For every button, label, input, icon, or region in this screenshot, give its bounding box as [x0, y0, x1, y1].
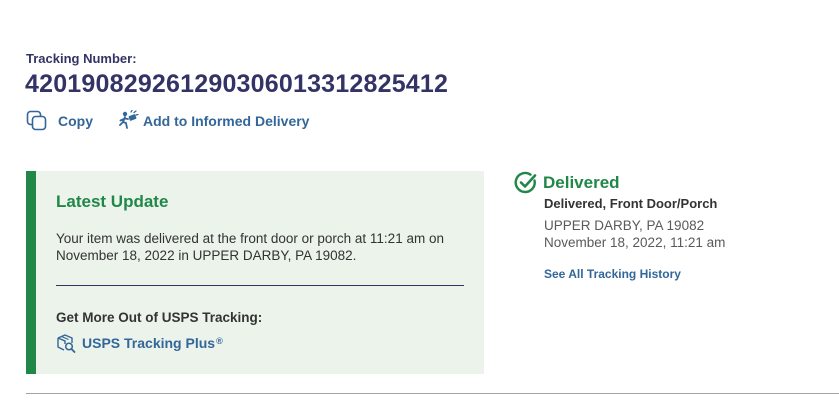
registered-mark: ®	[216, 336, 223, 346]
delivery-status: Delivered Delivered, Front Door/Porch UP…	[514, 171, 834, 283]
tracking-page: Tracking Number: 42019082926129030601331…	[0, 0, 839, 413]
get-more-title: Get More Out of USPS Tracking:	[56, 310, 263, 325]
status-title: Delivered	[543, 173, 620, 192]
mail-carrier-icon	[117, 110, 139, 132]
copy-button[interactable]: Copy	[26, 110, 93, 132]
see-all-tracking-history-link[interactable]: See All Tracking History	[544, 267, 681, 281]
status-datetime: November 18, 2022, 11:21 am	[544, 235, 726, 250]
check-circle-icon	[514, 171, 538, 195]
add-informed-delivery-label: Add to Informed Delivery	[143, 113, 310, 129]
usps-tracking-plus-label: USPS Tracking Plus	[82, 335, 216, 351]
tracking-number: 420190829261290306013312825412	[25, 70, 449, 98]
add-informed-delivery-button[interactable]: Add to Informed Delivery	[117, 110, 309, 132]
tracking-number-label: Tracking Number:	[26, 51, 137, 66]
latest-update-message: Your item was delivered at the front doo…	[56, 231, 444, 263]
status-subtitle: Delivered, Front Door/Porch	[544, 196, 718, 211]
copy-icon	[26, 110, 48, 132]
latest-update-card: Latest Update Your item was delivered at…	[26, 171, 484, 374]
tracking-actions: Copy Add to Informed Delivery	[26, 110, 309, 132]
latest-update-divider	[56, 285, 464, 286]
status-location: UPPER DARBY, PA 19082	[544, 218, 705, 233]
copy-label: Copy	[58, 113, 93, 129]
usps-tracking-plus-link[interactable]: USPS Tracking Plus ®	[56, 333, 223, 353]
status-header: Delivered	[514, 171, 834, 195]
package-search-icon	[56, 333, 76, 353]
latest-update-title: Latest Update	[56, 192, 169, 211]
section-divider	[26, 393, 839, 394]
